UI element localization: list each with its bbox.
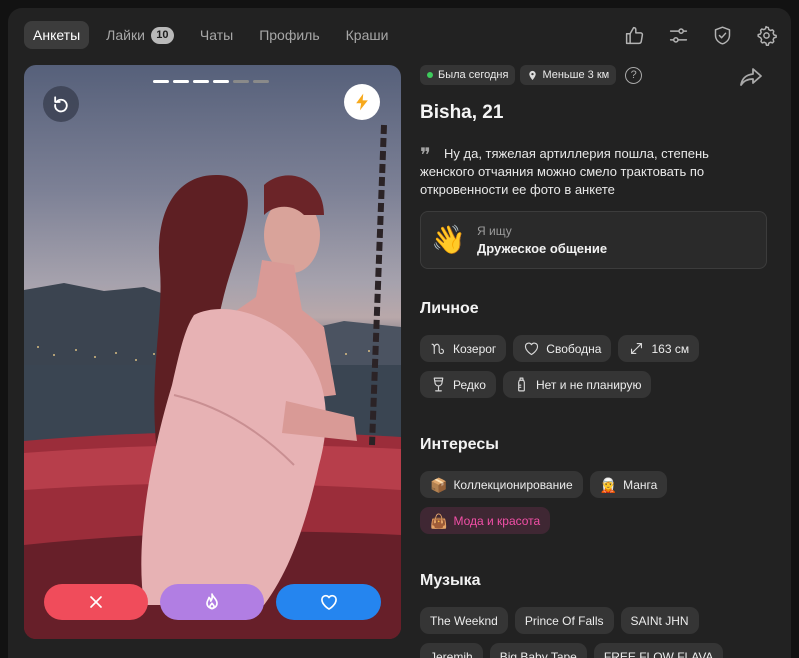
tab-crushes[interactable]: Краши (337, 21, 398, 49)
tab-profiles[interactable]: Анкеты (24, 21, 90, 49)
interest-tags-row-2: 👜 Мода и красота (420, 507, 557, 534)
package-icon: 📦 (430, 476, 448, 493)
distance-chip: Меньше 3 км (520, 65, 617, 85)
wine-glass-icon (433, 377, 444, 392)
photo-progress-dot[interactable] (193, 80, 209, 83)
tab-likes[interactable]: Лайки 10 (97, 21, 183, 49)
tab-chats[interactable]: Чаты (191, 21, 242, 49)
lightning-bolt-icon (356, 93, 368, 111)
flame-icon (206, 593, 218, 610)
tab-likes-label: Лайки (106, 27, 145, 43)
tag-collecting-label: Коллекционирование (453, 477, 573, 492)
looking-for-value: Дружеское общение (477, 241, 608, 256)
tag-zodiac: Козерог (420, 335, 507, 362)
baby-bottle-icon (518, 377, 525, 392)
shield-check-icon[interactable] (707, 20, 737, 50)
music-tags-row-1: The Weeknd Prince Of Falls SAINt JHN (420, 607, 706, 634)
height-arrows-icon (631, 342, 643, 355)
section-title-personal: Личное (420, 300, 479, 317)
tag-collecting: 📦 Коллекционирование (420, 471, 583, 498)
heart-outline-icon (525, 342, 539, 356)
tag-relationship: Свободна (513, 335, 612, 362)
tag-children: Нет и не планирую (502, 371, 652, 398)
tag-artist: The Weeknd (420, 607, 508, 634)
profile-name-age: Bisha, 21 (420, 102, 504, 123)
tag-artist: Jeremih (420, 643, 483, 658)
boost-button[interactable] (344, 84, 380, 120)
rewind-button[interactable] (43, 86, 79, 122)
tag-children-label: Нет и не планирую (535, 377, 642, 392)
tab-profiles-label: Анкеты (33, 27, 81, 43)
capricorn-icon (431, 343, 445, 355)
app-window: Анкеты Лайки 10 Чаты Профиль Краши Была … (8, 8, 791, 658)
section-title-music: Музыка (420, 572, 481, 589)
online-dot (427, 72, 433, 78)
rewind-icon (54, 96, 68, 113)
close-x-icon (90, 596, 102, 608)
tag-fashion-beauty-label: Мода и красота (453, 513, 541, 528)
top-nav: Анкеты Лайки 10 Чаты Профиль Краши (24, 21, 405, 49)
share-icon[interactable] (739, 66, 763, 88)
nav-icon-group (605, 20, 781, 50)
photo-progress-dot[interactable] (153, 80, 169, 83)
tag-artist: FREE FLOW FLAVA (593, 643, 724, 658)
looking-for-card: 👋 Я ищу Дружеское общение (420, 211, 767, 269)
profile-photo-card[interactable] (24, 65, 401, 639)
tag-manga-label: Манга (623, 477, 658, 492)
looking-for-label: Я ищу (477, 224, 512, 238)
personal-tags-row-1: Козерог Свободна 163 см (420, 335, 706, 362)
tag-height-label: 163 см (651, 341, 690, 356)
tab-crushes-label: Краши (345, 27, 389, 43)
help-icon[interactable]: ? (625, 66, 643, 84)
tab-chats-label: Чаты (199, 27, 234, 43)
filters-icon[interactable] (663, 20, 693, 50)
tag-artist: SAINt JHN (620, 607, 699, 634)
section-title-interests: Интересы (420, 436, 499, 453)
distance-text: Меньше 3 км (542, 69, 610, 81)
online-status-chip: Была сегодня (420, 65, 516, 85)
photo-progress-dot[interactable] (233, 80, 249, 83)
tab-profile-label: Профиль (259, 27, 320, 43)
music-tags-row-2: Jeremih Big Baby Tape FREE FLOW FLAVA (420, 643, 730, 658)
tag-artist: Prince Of Falls (514, 607, 614, 634)
tag-alcohol: Редко (420, 371, 496, 398)
handbag-icon: 👜 (430, 512, 448, 529)
photo-progress-dot[interactable] (213, 80, 229, 83)
tag-alcohol-label: Редко (453, 377, 486, 392)
photo-progress-dots (153, 80, 273, 83)
interest-tags-row-1: 📦 Коллекционирование 🧝 Манга (420, 471, 674, 498)
profile-info-panel: Была сегодня Меньше 3 км ? Bisha, 21 ❞ Н… (420, 65, 775, 658)
tab-profile[interactable]: Профиль (250, 21, 328, 49)
tag-manga: 🧝 Манга (589, 471, 668, 498)
bio-quote: ❞ Ну да, тяжелая артиллерия пошла, степе… (420, 143, 760, 199)
super-like-button[interactable] (160, 584, 264, 620)
dislike-button[interactable] (44, 584, 148, 620)
online-status-text: Была сегодня (438, 69, 509, 81)
elf-icon: 🧝 (599, 476, 618, 493)
profile-photo-image (24, 124, 401, 639)
likes-count-badge: 10 (150, 26, 174, 44)
tag-zodiac-label: Козерог (453, 341, 497, 356)
location-pin-icon (529, 70, 537, 80)
photo-progress-dot[interactable] (253, 80, 269, 83)
heart-icon (320, 594, 337, 610)
photo-progress-dot[interactable] (173, 80, 189, 83)
waving-hand-icon: 👋 (431, 224, 466, 255)
tag-relationship-label: Свободна (546, 341, 602, 356)
tag-artist: Big Baby Tape (489, 643, 587, 658)
status-chips: Была сегодня Меньше 3 км ? (420, 65, 775, 85)
settings-gear-icon[interactable] (751, 20, 781, 50)
quote-mark-icon: ❞ (420, 143, 431, 167)
bio-text: Ну да, тяжелая артиллерия пошла, степень… (420, 146, 709, 197)
like-button[interactable] (276, 584, 381, 620)
thumbs-up-icon[interactable] (619, 20, 649, 50)
tag-fashion-beauty: 👜 Мода и красота (420, 507, 551, 534)
tag-height: 163 см (618, 335, 700, 362)
personal-tags-row-2: Редко Нет и не планирую (420, 371, 658, 398)
